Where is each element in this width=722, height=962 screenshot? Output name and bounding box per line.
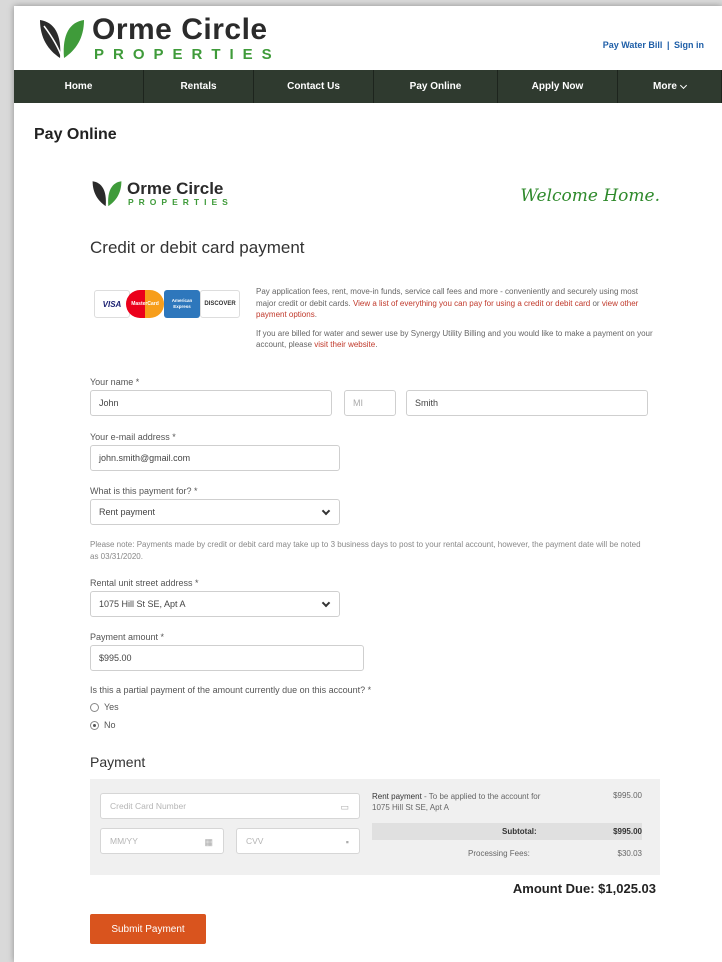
amount-label: Payment amount *	[90, 632, 165, 642]
card-number-placeholder: Credit Card Number	[110, 801, 187, 811]
line-item-amount: $995.00	[613, 791, 642, 800]
payment-amount-input[interactable]: $995.00	[90, 645, 364, 671]
nav-apply-now[interactable]: Apply Now	[498, 70, 618, 103]
partial-no-label: No	[104, 720, 116, 730]
chevron-down-icon	[321, 506, 331, 516]
chevron-down-icon	[679, 81, 687, 89]
form-logo: Orme Circle PROPERTIES	[90, 178, 233, 208]
logo-name: Orme Circle	[92, 13, 268, 46]
subtotal-label: Subtotal:	[502, 827, 537, 836]
address-label: Rental unit street address *	[90, 578, 199, 588]
nav-home[interactable]: Home	[14, 70, 144, 103]
card-number-input[interactable]: Credit Card Number ▭	[100, 793, 360, 819]
nav-rentals-label: Rentals	[180, 81, 217, 92]
partial-yes-label: Yes	[104, 702, 119, 712]
leaf-logo-icon	[40, 20, 84, 59]
synergy-website-link[interactable]: visit their website	[314, 340, 375, 349]
line-item-title: Rent payment	[372, 792, 422, 801]
fees-row: Processing Fees: $30.03	[372, 849, 642, 858]
nav-home-label: Home	[64, 81, 93, 92]
line-item-description: Rent payment - To be applied to the acco…	[372, 791, 552, 813]
email-label: Your e-mail address *	[90, 432, 176, 442]
discover-logo-icon: DISCOVER	[200, 290, 240, 318]
purpose-label: What is this payment for? *	[90, 486, 198, 496]
credit-card-icon: ▭	[340, 802, 349, 812]
line-item-row: Rent payment - To be applied to the acco…	[372, 791, 642, 813]
nav-pay-label: Pay Online	[409, 81, 462, 92]
subtotal-value: $995.00	[613, 827, 642, 836]
middle-initial-input[interactable]: MI	[344, 390, 396, 416]
email-field[interactable]: john.smith@gmail.com	[90, 445, 340, 471]
address-select[interactable]: 1075 Hill St SE, Apt A	[90, 591, 340, 617]
pay-water-bill-link[interactable]: Pay Water Bill	[603, 40, 663, 50]
partial-yes-option[interactable]: Yes	[90, 702, 119, 712]
intro-paragraph-1: Pay application fees, rent, move-in fund…	[256, 286, 660, 321]
nav-rentals[interactable]: Rentals	[144, 70, 254, 103]
nav-contact-label: Contact Us	[287, 81, 340, 92]
lock-icon: ▪	[345, 837, 349, 847]
page-title: Pay Online	[34, 126, 117, 143]
intro-p1-mid: or	[592, 298, 600, 308]
purpose-select-value: Rent payment	[99, 507, 156, 517]
name-label: Your name *	[90, 377, 140, 387]
link-separator: |	[666, 40, 670, 50]
form-title: Credit or debit card payment	[90, 238, 305, 257]
logo-tagline: PROPERTIES	[94, 46, 281, 63]
partial-yes-radio[interactable]	[90, 702, 99, 712]
address-select-value: 1075 Hill St SE, Apt A	[99, 599, 186, 609]
cvv-input[interactable]: CVV ▪	[236, 828, 360, 854]
form-logo-tagline: PROPERTIES	[128, 197, 233, 207]
nav-apply-label: Apply Now	[531, 81, 584, 92]
amount-due-label: Amount Due:	[512, 881, 595, 896]
amount-due-value: $1,025.03	[598, 881, 656, 896]
sign-in-link[interactable]: Sign in	[674, 40, 704, 50]
mastercard-logo-icon: MasterCard	[126, 290, 164, 318]
form-logo-name: Orme Circle	[127, 179, 224, 198]
partial-payment-label: Is this a partial payment of the amount …	[90, 685, 372, 695]
fees-value: $30.03	[617, 849, 642, 858]
leaf-logo-icon	[92, 181, 122, 207]
fees-label: Processing Fees:	[468, 849, 530, 858]
partial-no-radio[interactable]	[90, 720, 99, 730]
intro-p2-end: .	[375, 340, 378, 349]
expiry-input[interactable]: MM/YY ▦	[100, 828, 224, 854]
last-name-input[interactable]: Smith	[406, 390, 648, 416]
main-nav: Home Rentals Contact Us Pay Online Apply…	[14, 70, 722, 103]
amex-logo-icon: American Express	[164, 290, 200, 318]
welcome-text: Welcome Home.	[520, 186, 660, 206]
submit-payment-button[interactable]: Submit Payment	[90, 914, 206, 944]
nav-more[interactable]: More	[618, 70, 722, 103]
partial-no-option[interactable]: No	[90, 720, 116, 730]
page: Orme Circle PROPERTIES Pay Water Bill | …	[14, 6, 722, 962]
amount-due: Amount Due: $1,025.03	[513, 881, 656, 896]
payment-section-title: Payment	[90, 754, 146, 770]
nav-pay-online[interactable]: Pay Online	[374, 70, 498, 103]
top-links: Pay Water Bill | Sign in	[603, 40, 704, 50]
chevron-down-icon	[321, 598, 331, 608]
site-logo[interactable]: Orme Circle PROPERTIES	[36, 13, 281, 64]
intro-text: Pay application fees, rent, move-in fund…	[256, 286, 660, 358]
expiry-placeholder: MM/YY	[110, 836, 138, 846]
calendar-icon: ▦	[204, 837, 213, 847]
accepted-cards: VISA MasterCard American Express DISCOVE…	[94, 284, 240, 326]
cvv-placeholder: CVV	[246, 836, 264, 846]
payment-box: Credit Card Number ▭ MM/YY ▦ CVV ▪ Rent …	[90, 779, 660, 875]
purpose-select[interactable]: Rent payment	[90, 499, 340, 525]
visa-logo-icon: VISA	[94, 290, 130, 318]
intro-paragraph-2: If you are billed for water and sewer us…	[256, 328, 660, 351]
first-name-input[interactable]: John	[90, 390, 332, 416]
posting-note: Please note: Payments made by credit or …	[90, 540, 641, 561]
site-header: Orme Circle PROPERTIES Pay Water Bill | …	[14, 6, 722, 70]
nav-more-label: More	[653, 81, 677, 92]
payable-items-link[interactable]: View a list of everything you can pay fo…	[353, 299, 590, 308]
nav-contact-us[interactable]: Contact Us	[254, 70, 374, 103]
subtotal-row: Subtotal: $995.00	[372, 823, 642, 840]
intro-p1-end: .	[314, 310, 317, 319]
